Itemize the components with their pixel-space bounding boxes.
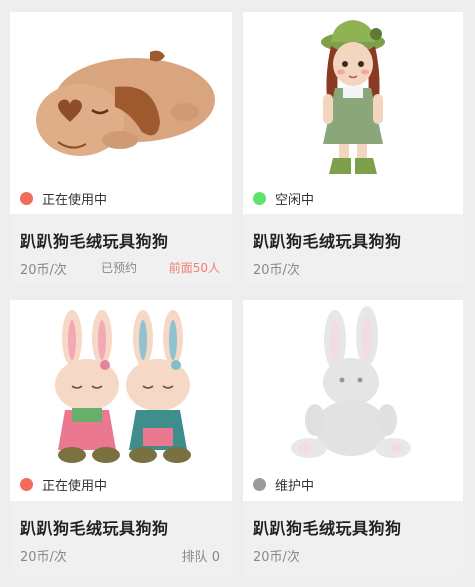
reserved-label: 已预约 <box>101 261 138 275</box>
queue-count-label: 排队 0 <box>181 550 220 565</box>
product-title: 趴趴狗毛绒玩具狗狗 <box>253 232 402 251</box>
queue-ahead-label: 前面50人 <box>168 261 220 275</box>
product-image[interactable] <box>243 300 463 472</box>
product-price: 20币/次 <box>253 263 300 278</box>
status-indicator: 空闲中 <box>253 188 314 208</box>
status-text: 维护中 <box>275 478 315 494</box>
status-dot-icon <box>253 191 266 205</box>
product-image[interactable] <box>10 12 232 184</box>
product-title: 趴趴狗毛绒玩具狗狗 <box>20 519 169 538</box>
product-card[interactable]: 正在使用中 趴趴狗毛绒玩具狗狗 20币/次 排队 0 <box>10 300 232 575</box>
product-card[interactable]: 维护中 趴趴狗毛绒玩具狗狗 20币/次 <box>243 300 463 575</box>
bunny-pair-icon <box>55 310 191 463</box>
product-grid: 正在使用中 趴趴狗毛绒玩具狗狗 20币/次 已预约 前面50人 空闲中 趴趴狗毛… <box>0 0 475 587</box>
product-title: 趴趴狗毛绒玩具狗狗 <box>253 519 402 538</box>
product-price: 20币/次 <box>20 550 67 565</box>
product-card[interactable]: 空闲中 趴趴狗毛绒玩具狗狗 20币/次 <box>243 12 463 283</box>
status-indicator: 维护中 <box>253 474 314 494</box>
product-info: 趴趴狗毛绒玩具狗狗 20币/次 已预约 前面50人 <box>10 214 232 283</box>
status-indicator: 正在使用中 <box>20 188 107 208</box>
product-image[interactable] <box>10 300 232 472</box>
product-price: 20币/次 <box>253 550 300 565</box>
product-info: 趴趴狗毛绒玩具狗狗 20币/次 <box>243 214 463 283</box>
status-text: 空闲中 <box>275 192 315 208</box>
product-info: 趴趴狗毛绒玩具狗狗 20币/次 <box>243 501 463 575</box>
product-image[interactable] <box>243 12 463 184</box>
product-info: 趴趴狗毛绒玩具狗狗 20币/次 排队 0 <box>10 501 232 575</box>
status-indicator: 正在使用中 <box>20 474 107 494</box>
product-card[interactable]: 正在使用中 趴趴狗毛绒玩具狗狗 20币/次 已预约 前面50人 <box>10 12 232 283</box>
doll-icon <box>321 20 385 174</box>
status-text: 正在使用中 <box>42 478 108 494</box>
product-price: 20币/次 <box>20 263 67 278</box>
status-dot-icon <box>20 191 33 205</box>
status-dot-icon <box>253 477 266 491</box>
plush-dog-icon <box>36 50 215 156</box>
status-text: 正在使用中 <box>42 192 108 208</box>
bunny-icon <box>291 306 411 458</box>
product-title: 趴趴狗毛绒玩具狗狗 <box>20 232 169 251</box>
status-dot-icon <box>20 477 33 491</box>
